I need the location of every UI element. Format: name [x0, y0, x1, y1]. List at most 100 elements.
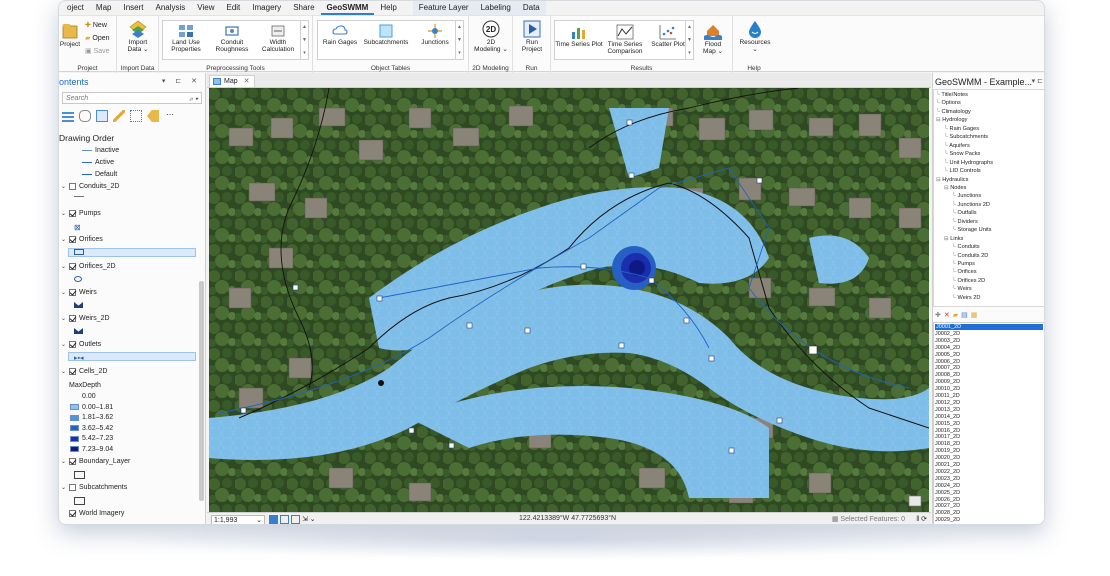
list-item[interactable]: J0020_2D	[935, 455, 960, 461]
tree-item[interactable]: └ Conduits	[952, 244, 980, 250]
tab-map[interactable]: Map ✕	[209, 75, 256, 87]
layer-row[interactable]: ⌄ Cells_2D	[61, 368, 107, 375]
collapse-icon[interactable]: ⊟	[936, 117, 941, 123]
list-item[interactable]: J0018_2D	[935, 441, 960, 447]
menu-geoswmm[interactable]: GeoSWMM	[320, 1, 375, 15]
time-series-comparison-button[interactable]: Time Series Comparison	[602, 24, 648, 55]
layer-row[interactable]: ⌄ Conduits_2D	[61, 183, 119, 190]
menu-imagery[interactable]: Imagery	[246, 1, 287, 15]
layer-visibility-checkbox[interactable]	[69, 484, 76, 491]
list-item[interactable]: J0007_2D	[935, 365, 960, 371]
expand-caret-icon[interactable]: ⌄	[61, 315, 66, 322]
menu-data[interactable]: Data	[516, 1, 546, 15]
new-button[interactable]: ✚ New	[85, 21, 107, 30]
list-item[interactable]: J0005_2D	[935, 352, 960, 358]
run-project-button[interactable]: Run Project	[515, 20, 549, 53]
menu-insert[interactable]: Insert	[117, 1, 149, 15]
sort-icon[interactable]: ▦	[971, 311, 978, 319]
conduit-roughness-button[interactable]: Conduit Roughness	[210, 24, 254, 53]
collapse-icon[interactable]: ⊟	[944, 185, 949, 191]
map-overview-icon[interactable]	[908, 495, 922, 507]
layer-row[interactable]: ⌄ Orifices	[61, 236, 103, 243]
menu-feature-layer[interactable]: Feature Layer	[412, 1, 475, 15]
tree-item[interactable]: ⊟ Hydrology	[936, 117, 967, 123]
flood-map-button[interactable]: Flood Map ⌄	[695, 22, 731, 55]
list-item[interactable]: J0016_2D	[935, 428, 960, 434]
import-data-button[interactable]: Import Data ⌄	[121, 20, 155, 53]
more-options-icon[interactable]: ⋯	[164, 110, 176, 122]
layer-row[interactable]: ⌄ Orifices_2D	[61, 263, 116, 270]
subcatchments-button[interactable]: Subcatchments	[360, 24, 412, 46]
expand-caret-icon[interactable]: ⌄	[61, 236, 66, 243]
menu-share[interactable]: Share	[287, 1, 320, 15]
tree-item[interactable]: └ Orifices	[952, 269, 977, 275]
menu-analysis[interactable]: Analysis	[149, 1, 191, 15]
tree-item[interactable]: └ Subcatchments	[944, 134, 988, 140]
expand-caret-icon[interactable]: ⌄	[61, 289, 66, 296]
list-item[interactable]: J0025_2D	[935, 490, 960, 496]
properties-icon[interactable]: ▤	[961, 311, 968, 319]
layer-visibility-checkbox[interactable]	[69, 341, 76, 348]
layer-visibility-checkbox[interactable]	[69, 236, 76, 243]
layer-visibility-checkbox[interactable]	[69, 368, 76, 375]
list-item[interactable]: J0019_2D	[935, 448, 960, 454]
panel-controls[interactable]: ▾ ⊏	[1032, 77, 1043, 85]
tree-item[interactable]: └ Unit Hydrographs	[944, 160, 993, 166]
tree-item[interactable]: └ Storage Units	[952, 227, 991, 233]
contents-scrollbar[interactable]	[199, 281, 204, 501]
expand-caret-icon[interactable]: ⌄	[61, 183, 66, 190]
menu-labeling[interactable]: Labeling	[474, 1, 517, 15]
list-by-drawing-order-icon[interactable]	[62, 110, 74, 122]
map-view[interactable]	[209, 88, 929, 512]
list-item[interactable]: J0004_2D	[935, 345, 960, 351]
tree-item[interactable]: └ Junctions 2D	[952, 202, 990, 208]
layer-row[interactable]: ⌄ Pumps	[61, 210, 101, 217]
list-item[interactable]: J0003_2D	[935, 338, 960, 344]
menu-map[interactable]: Map	[90, 1, 118, 15]
time-series-plot-button[interactable]: Time Series Plot	[555, 24, 603, 48]
list-item[interactable]: J0002_2D	[935, 331, 960, 337]
tree-item[interactable]: └ Rain Gages	[944, 126, 979, 132]
list-item[interactable]: J0010_2D	[935, 386, 960, 392]
expand-caret-icon[interactable]: ⌄	[61, 368, 66, 375]
list-item[interactable]: J0023_2D	[935, 476, 960, 482]
layer-row[interactable]: ⌄ Weirs_2D	[61, 315, 110, 322]
list-item[interactable]: J0015_2D	[935, 421, 960, 427]
tree-item[interactable]: └ Conduits 2D	[952, 253, 988, 259]
list-item[interactable]: J0027_2D	[935, 503, 960, 509]
tree-item[interactable]: └ Title/Notes	[936, 92, 968, 98]
list-item[interactable]: J0021_2D	[935, 462, 960, 468]
layer-visibility-checkbox[interactable]	[69, 510, 76, 517]
navigation-icon[interactable]: ⇲ ⌄	[302, 515, 316, 524]
tree-item[interactable]: └ Outfalls	[952, 210, 977, 216]
list-item[interactable]: J0014_2D	[935, 414, 960, 420]
list-item[interactable]: J0009_2D	[935, 379, 960, 385]
list-item[interactable]: J0001_2D	[935, 324, 1043, 330]
snapping-icon[interactable]	[130, 110, 142, 122]
2d-modeling-button[interactable]: 2D 2D Modeling ⌄	[471, 20, 511, 53]
expand-caret-icon[interactable]: ⌄	[61, 458, 66, 465]
layer-row[interactable]: ⌄ Outlets	[61, 341, 101, 348]
expand-caret-icon[interactable]: ⌄	[61, 341, 66, 348]
edit-folder-icon[interactable]: ▰	[953, 311, 958, 319]
menu-oject[interactable]: oject	[61, 1, 90, 15]
pause-refresh-icon[interactable]: ‖ ⟳	[916, 515, 927, 523]
selection-icon[interactable]	[96, 110, 108, 122]
tree-item[interactable]: └ Junctions	[952, 193, 981, 199]
layer-visibility-checkbox[interactable]	[69, 210, 76, 217]
list-item[interactable]: J0017_2D	[935, 434, 960, 440]
tree-item[interactable]: └ LID Controls	[944, 168, 981, 174]
gallery-scroll-2[interactable]: ▲ ▼ ▾	[455, 21, 463, 59]
grid-icon-2[interactable]	[280, 515, 289, 524]
save-button[interactable]: ▣ Save	[85, 47, 110, 56]
tree-item[interactable]: └ Options	[936, 100, 961, 106]
tree-item[interactable]: └ Snow Packs	[944, 151, 980, 157]
tree-item[interactable]: └ Weirs 2D	[952, 295, 980, 301]
tree-item[interactable]: └ Orifices 2D	[952, 278, 985, 284]
tree-item[interactable]: └ Aquifers	[944, 143, 970, 149]
layer-row[interactable]: ⌄ Subcatchments	[61, 484, 127, 491]
close-tab-icon[interactable]: ✕	[244, 78, 250, 85]
layer-visibility-checkbox[interactable]	[69, 183, 76, 190]
list-item[interactable]: J0006_2D	[935, 359, 960, 365]
gallery-scroll-3[interactable]: ▲ ▼ ▾	[685, 21, 693, 59]
